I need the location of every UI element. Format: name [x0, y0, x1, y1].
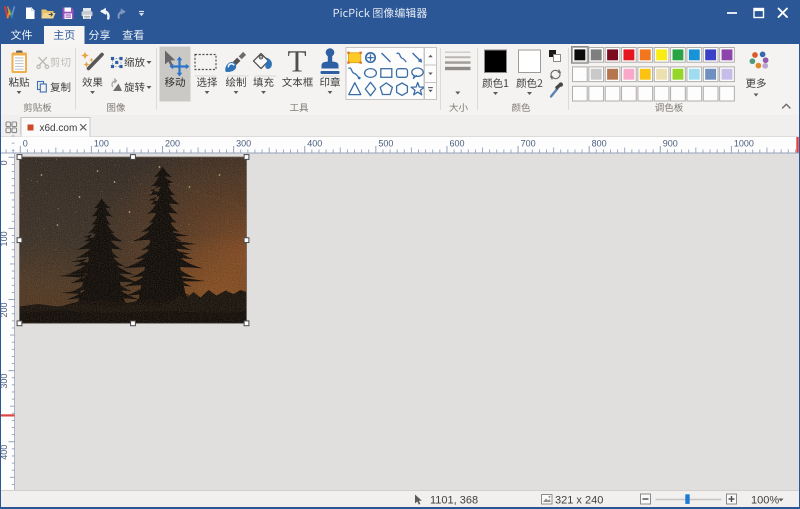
svg-text:x6d.com: x6d.com: [40, 123, 78, 134]
svg-text:321 x 240: 321 x 240: [555, 494, 603, 506]
svg-text:100: 100: [94, 139, 109, 149]
svg-text:500: 500: [378, 139, 393, 149]
svg-text:700: 700: [521, 139, 536, 149]
svg-text:400: 400: [307, 139, 322, 149]
svg-text:0: 0: [23, 139, 28, 149]
svg-text:100%: 100%: [751, 494, 779, 506]
svg-text:300: 300: [0, 374, 9, 389]
svg-text:600: 600: [449, 139, 464, 149]
svg-text:400: 400: [0, 445, 9, 460]
svg-text:800: 800: [592, 139, 607, 149]
svg-text:0: 0: [0, 160, 9, 165]
svg-text:200: 200: [165, 139, 180, 149]
svg-text:1000: 1000: [734, 139, 754, 149]
svg-text:1101, 368: 1101, 368: [430, 494, 478, 506]
svg-text:300: 300: [236, 139, 251, 149]
svg-text:200: 200: [0, 303, 9, 318]
svg-text:100: 100: [0, 231, 9, 246]
svg-text:900: 900: [663, 139, 678, 149]
